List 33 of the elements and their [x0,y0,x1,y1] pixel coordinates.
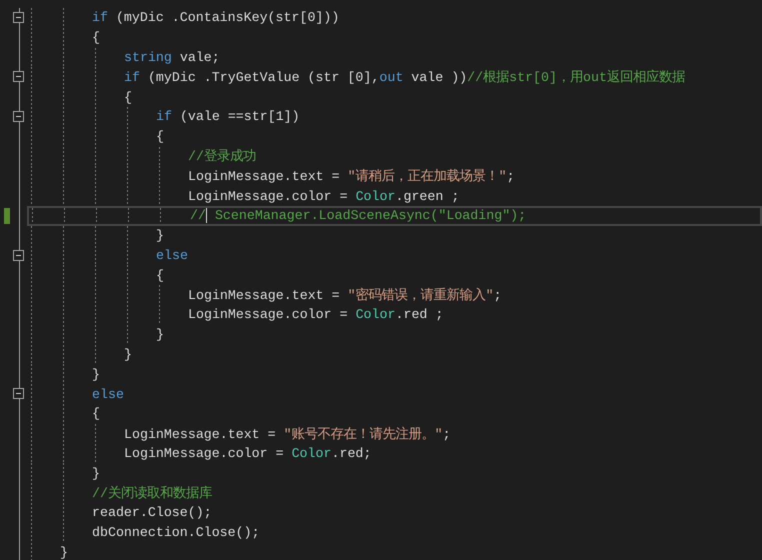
code-line: dbConnection.Close(); [92,525,260,540]
code-line: if (vale ==str[1]) [156,109,300,124]
code-line: { [92,406,100,422]
code-line: { [92,30,100,46]
code-line: else [92,386,124,402]
collapse-icon[interactable] [13,388,24,400]
code-line: LoginMessage.color = Color.red ; [188,307,444,322]
code-line: } [60,544,68,560]
code-line: reader.Close(); [92,505,212,520]
code-line: else [156,248,188,263]
code-line: } [124,346,132,362]
code-line: { [156,129,164,144]
code-line: //关闭读取和数据库 [92,484,212,502]
code-line: LoginMessage.text = "账号不存在！请先注册。"; [124,426,451,443]
code-line: } [156,228,164,244]
code-line: { [124,90,132,105]
code-line: LoginMessage.color = Color.red; [124,446,372,461]
code-line: if (myDic .ContainsKey(str[0])) [92,10,340,26]
collapse-icon[interactable] [13,71,24,82]
code-line: string vale; [124,50,220,65]
code-line: LoginMessage.text = "密码错误，请重新输入"; [188,286,502,304]
code-line: } [92,466,100,481]
collapse-icon[interactable] [13,250,24,261]
code-line: { [156,268,164,283]
collapse-icon[interactable] [13,12,24,23]
code-line: } [92,366,100,382]
collapse-icon[interactable] [13,110,24,122]
code-line: } [156,327,164,342]
code-line: LoginMessage.text = "请稍后，正在加载场景！"; [188,168,515,186]
code-line: //登录成功 [188,148,256,166]
code-line: if (myDic .TryGetValue (str [0],out vale ))//根据str[0]，用out返回相应数据 [124,68,685,86]
code-line: LoginMessage.color = Color.green ; [188,188,460,204]
code-line: // SceneManager.LoadSceneAsync("Loading"); [190,208,526,224]
